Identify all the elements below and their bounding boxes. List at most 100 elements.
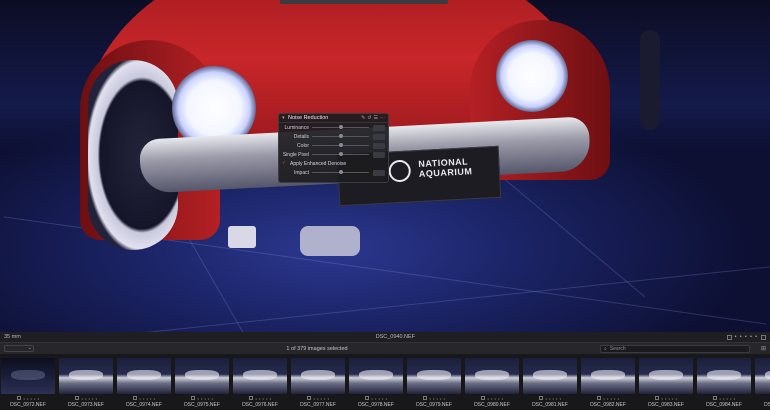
- filmstrip-thumbnail[interactable]: • • • • • DSC_0976.NEF: [232, 358, 288, 410]
- thumbnail-checkbox[interactable]: [248, 396, 253, 400]
- thumbnail-filename: DSC_0985.NEF: [764, 402, 770, 408]
- thumbnail-image[interactable]: [59, 358, 113, 394]
- thumbnail-checkbox[interactable]: [132, 396, 137, 400]
- slider-thumb[interactable]: [338, 134, 343, 138]
- filmstrip-thumbnail[interactable]: • • • • • DSC_0975.NEF: [174, 358, 230, 410]
- noise-reduction-panel[interactable]: ▾ Noise Reduction ✎ ↺ ☰ ⋯ Luminance Detai…: [278, 113, 389, 183]
- filmstrip-thumbnail[interactable]: • • • • • DSC_0981.NEF: [522, 358, 578, 410]
- thumbnail-rating[interactable]: • • • • •: [538, 395, 562, 401]
- thumbnail-checkbox[interactable]: [306, 396, 311, 400]
- thumbnail-checkbox[interactable]: [538, 396, 543, 400]
- view-toggle[interactable]: [761, 334, 766, 340]
- thumbnail-image[interactable]: [233, 358, 287, 394]
- reset-icon[interactable]: ↺: [367, 115, 371, 121]
- thumbnail-rating[interactable]: • • • • •: [480, 395, 504, 401]
- filmstrip-thumbnail[interactable]: • • • • • DSC_0980.NEF: [464, 358, 520, 410]
- impact-slider-row[interactable]: Impact: [279, 168, 388, 177]
- thumbnail-image[interactable]: [639, 358, 693, 394]
- eyedropper-icon[interactable]: ✎: [361, 115, 365, 121]
- copy-icon[interactable]: ☰: [374, 115, 378, 121]
- slider-thumb[interactable]: [338, 152, 343, 156]
- nr-value-field[interactable]: [373, 142, 385, 149]
- impact-value-field[interactable]: [373, 169, 385, 176]
- nr-slider[interactable]: [312, 143, 369, 147]
- thumbnail-filename: DSC_0984.NEF: [706, 402, 742, 408]
- nr-slider-row[interactable]: Details: [279, 132, 388, 141]
- filmstrip-thumbnail[interactable]: • • • • • DSC_0974.NEF: [116, 358, 172, 410]
- slider-thumb[interactable]: [338, 170, 343, 174]
- filmstrip-thumbnail[interactable]: • • • • • DSC_0978.NEF: [348, 358, 404, 410]
- thumbnail-filename: DSC_0978.NEF: [358, 402, 394, 408]
- nr-value-field[interactable]: [373, 151, 385, 158]
- nr-slider-label: Details: [293, 133, 309, 140]
- browser-toolbar: ⌄ 1 of 379 images selected ⌕ Search ⊞: [0, 342, 770, 354]
- filmstrip-thumbnail[interactable]: • • • • • DSC_0979.NEF: [406, 358, 462, 410]
- thumbnail-image[interactable]: [1, 358, 55, 394]
- thumbnail-checkbox[interactable]: [654, 396, 659, 400]
- thumbnail-filename: DSC_0977.NEF: [300, 402, 336, 408]
- thumbnail-rating[interactable]: • • • • •: [306, 395, 330, 401]
- nr-slider-row[interactable]: Single Pixel: [279, 150, 388, 159]
- thumbnail-checkbox[interactable]: [16, 396, 21, 400]
- thumbnail-rating[interactable]: • • • • •: [74, 395, 98, 401]
- thumbnail-rating[interactable]: • • • • •: [712, 395, 736, 401]
- thumbnail-image[interactable]: [291, 358, 345, 394]
- headlight-right: [496, 40, 568, 112]
- thumbnail-image[interactable]: [755, 358, 770, 394]
- thumbnail-image[interactable]: [581, 358, 635, 394]
- thumbnail-rating[interactable]: • • • • •: [248, 395, 272, 401]
- sort-dropdown[interactable]: ⌄: [4, 345, 34, 352]
- thumbnail-checkbox[interactable]: [190, 396, 195, 400]
- select-checkbox[interactable]: [726, 334, 732, 340]
- thumbnail-image[interactable]: [407, 358, 461, 394]
- slider-thumb[interactable]: [338, 143, 343, 147]
- more-icon[interactable]: ⋯: [380, 115, 385, 121]
- thumbnail-rating[interactable]: • • • • •: [422, 395, 446, 401]
- filmstrip-thumbnail[interactable]: • • • • • DSC_0972.NEF: [0, 358, 56, 410]
- nr-value-field[interactable]: [373, 124, 385, 131]
- thumbnail-rating[interactable]: • • • • •: [16, 395, 40, 401]
- thumbnail-checkbox[interactable]: [422, 396, 427, 400]
- nr-slider[interactable]: [312, 134, 369, 138]
- thumbnail-checkbox[interactable]: [712, 396, 717, 400]
- impact-slider[interactable]: [312, 170, 369, 174]
- thumbnail-image[interactable]: [349, 358, 403, 394]
- thumbnail-image[interactable]: [465, 358, 519, 394]
- nr-slider[interactable]: [312, 152, 369, 156]
- filmstrip-thumbnail[interactable]: • • • • • DSC_0982.NEF: [580, 358, 636, 410]
- nr-value-field[interactable]: [373, 133, 385, 140]
- thumbnail-checkbox[interactable]: [480, 396, 485, 400]
- thumbnail-image[interactable]: [117, 358, 171, 394]
- thumbnail-filename: DSC_0972.NEF: [10, 402, 46, 408]
- slider-thumb[interactable]: [338, 125, 343, 129]
- filmstrip-thumbnail[interactable]: • • • • • DSC_0973.NEF: [58, 358, 114, 410]
- thumbnail-image[interactable]: [175, 358, 229, 394]
- grid-view-icon[interactable]: ⊞: [750, 345, 766, 352]
- filmstrip-thumbnail[interactable]: • • • • • DSC_0984.NEF: [696, 358, 752, 410]
- enhanced-denoise-row[interactable]: ✓ Apply Enhanced Denoise: [279, 159, 388, 168]
- nr-slider[interactable]: [312, 125, 369, 129]
- thumbnail-rating[interactable]: • • • • •: [654, 395, 678, 401]
- filmstrip-thumbnail[interactable]: • • • • • DSC_0983.NEF: [638, 358, 694, 410]
- thumbnail-checkbox[interactable]: [74, 396, 79, 400]
- noise-reduction-header[interactable]: ▾ Noise Reduction ✎ ↺ ☰ ⋯: [279, 114, 388, 123]
- filmstrip[interactable]: • • • • • DSC_0972.NEF • • • • • DSC_0973.N…: [0, 354, 770, 410]
- checkmark-icon[interactable]: ✓: [282, 161, 287, 166]
- thumbnail-rating[interactable]: • • • • •: [190, 395, 214, 401]
- thumbnail-rating[interactable]: • • • • •: [364, 395, 388, 401]
- thumbnail-rating[interactable]: • • • • •: [596, 395, 620, 401]
- thumbnail-checkbox[interactable]: [364, 396, 369, 400]
- thumbnail-checkbox[interactable]: [596, 396, 601, 400]
- filmstrip-thumbnail[interactable]: • • • • • DSC_0977.NEF: [290, 358, 346, 410]
- thumbnail-rating[interactable]: • • • • •: [132, 395, 156, 401]
- thumbnail-image[interactable]: [523, 358, 577, 394]
- rating-dots[interactable]: • • • • •: [735, 334, 758, 340]
- thumbnail-image[interactable]: [697, 358, 751, 394]
- search-input[interactable]: ⌕ Search: [600, 344, 750, 353]
- photo-viewer[interactable]: NATIONAL AQUARIUM ▾ Noise Reduction ✎ ↺ …: [0, 0, 770, 332]
- filmstrip-thumbnail[interactable]: • • • • •DSC_0985.NEF: [754, 358, 770, 410]
- nr-slider-row[interactable]: Color: [279, 141, 388, 150]
- enhanced-denoise-label: Apply Enhanced Denoise: [290, 160, 347, 167]
- nr-slider-label: Single Pixel: [282, 151, 309, 158]
- nr-slider-row[interactable]: Luminance: [279, 123, 388, 132]
